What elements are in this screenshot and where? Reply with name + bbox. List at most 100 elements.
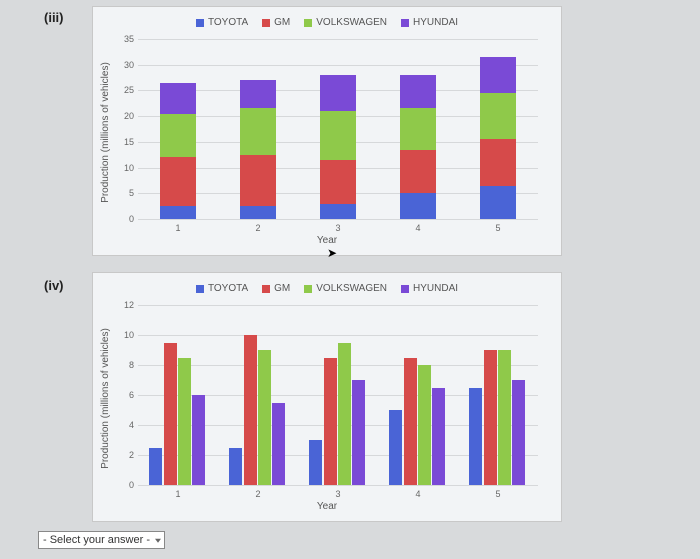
xtick-label: 2 <box>255 219 260 233</box>
bar-hyundai <box>272 403 285 486</box>
chart-panel-iv: TOYOTA GM VOLKSWAGEN HYUNDAI Production (mi… <box>92 272 562 522</box>
section-label-iii: (iii) <box>44 10 64 25</box>
bar-gm <box>244 335 257 485</box>
legend-item-toyota: TOYOTA <box>196 17 248 28</box>
xtick-label: 3 <box>335 485 340 499</box>
legend-item-hyundai: HYUNDAI <box>401 17 458 28</box>
bar-seg-gm <box>320 160 356 204</box>
legend-label-gm: GM <box>274 283 290 294</box>
bar-hyundai <box>512 380 525 485</box>
xtick-label: 1 <box>175 219 180 233</box>
bar-seg-hyundai <box>240 80 276 108</box>
ytick-label: 10 <box>124 330 138 340</box>
ytick-label: 30 <box>124 60 138 70</box>
bar-seg-gm <box>160 157 196 206</box>
ylabel-iii: Production (millions of vehicles) <box>100 62 111 203</box>
bar-hyundai <box>192 395 205 485</box>
ytick-label: 0 <box>129 480 138 490</box>
ytick-label: 20 <box>124 111 138 121</box>
legend-swatch-hyundai <box>401 285 409 293</box>
legend-swatch-hyundai <box>401 19 409 27</box>
legend-swatch-volkswagen <box>304 285 312 293</box>
legend-label-hyundai: HYUNDAI <box>413 283 458 294</box>
xtick-label: 4 <box>415 219 420 233</box>
bar-toyota <box>149 448 162 486</box>
ytick-label: 12 <box>124 300 138 310</box>
bar-toyota <box>389 410 402 485</box>
bar-volkswagen <box>178 358 191 486</box>
xtick-label: 1 <box>175 485 180 499</box>
bar-gm <box>324 358 337 486</box>
bar-seg-hyundai <box>400 75 436 108</box>
bar-seg-hyundai <box>480 57 516 93</box>
legend-iii: TOYOTA GM VOLKSWAGEN HYUNDAI <box>93 7 561 28</box>
ytick-label: 0 <box>129 214 138 224</box>
legend-item-toyota: TOYOTA <box>196 283 248 294</box>
legend-label-toyota: TOYOTA <box>208 17 248 28</box>
bar-gm <box>164 343 177 486</box>
ytick-label: 8 <box>129 360 138 370</box>
xlabel-iv: Year <box>317 501 337 512</box>
legend-item-volkswagen: VOLKSWAGEN <box>304 283 387 294</box>
legend-label-hyundai: HYUNDAI <box>413 17 458 28</box>
bar-seg-volkswagen <box>400 108 436 149</box>
ytick-label: 2 <box>129 450 138 460</box>
bar-volkswagen <box>258 350 271 485</box>
bar-seg-toyota <box>400 193 436 219</box>
legend-item-hyundai: HYUNDAI <box>401 283 458 294</box>
ytick-label: 25 <box>124 85 138 95</box>
legend-swatch-gm <box>262 19 270 27</box>
legend-swatch-volkswagen <box>304 19 312 27</box>
bar-seg-hyundai <box>320 75 356 111</box>
bar-seg-gm <box>400 150 436 194</box>
section-label-iv: (iv) <box>44 278 64 293</box>
gridline <box>138 305 538 306</box>
bar-volkswagen <box>498 350 511 485</box>
legend-label-volkswagen: VOLKSWAGEN <box>316 17 387 28</box>
bar-gm <box>404 358 417 486</box>
bar-volkswagen <box>338 343 351 486</box>
ytick-label: 5 <box>129 188 138 198</box>
bar-seg-volkswagen <box>240 108 276 154</box>
xtick-label: 2 <box>255 485 260 499</box>
plot-area-iv: 02468101212345 <box>138 305 538 485</box>
xtick-label: 5 <box>495 219 500 233</box>
legend-swatch-toyota <box>196 19 204 27</box>
answer-select[interactable]: - Select your answer - <box>38 531 165 549</box>
chart-panel-iii: TOYOTA GM VOLKSWAGEN HYUNDAI Production (mi… <box>92 6 562 256</box>
bar-seg-gm <box>240 155 276 206</box>
bar-seg-toyota <box>160 206 196 219</box>
ylabel-iv: Production (millions of vehicles) <box>100 328 111 469</box>
bar-gm <box>484 350 497 485</box>
bar-seg-gm <box>480 139 516 185</box>
xtick-label: 5 <box>495 485 500 499</box>
gridline <box>138 335 538 336</box>
gridline <box>138 39 538 40</box>
bar-seg-volkswagen <box>160 114 196 158</box>
xtick-label: 3 <box>335 219 340 233</box>
bar-toyota <box>469 388 482 486</box>
xtick-label: 4 <box>415 485 420 499</box>
gridline <box>138 65 538 66</box>
ytick-label: 15 <box>124 137 138 147</box>
ytick-label: 35 <box>124 34 138 44</box>
legend-label-gm: GM <box>274 17 290 28</box>
bar-volkswagen <box>418 365 431 485</box>
bar-hyundai <box>352 380 365 485</box>
legend-swatch-toyota <box>196 285 204 293</box>
ytick-label: 10 <box>124 163 138 173</box>
xlabel-iii: Year <box>317 235 337 246</box>
ytick-label: 6 <box>129 390 138 400</box>
legend-item-gm: GM <box>262 283 290 294</box>
bar-seg-toyota <box>240 206 276 219</box>
legend-swatch-gm <box>262 285 270 293</box>
bar-toyota <box>309 440 322 485</box>
bar-seg-hyundai <box>160 83 196 114</box>
legend-label-volkswagen: VOLKSWAGEN <box>316 283 387 294</box>
bar-seg-toyota <box>320 204 356 219</box>
bar-seg-volkswagen <box>320 111 356 160</box>
legend-item-gm: GM <box>262 17 290 28</box>
legend-item-volkswagen: VOLKSWAGEN <box>304 17 387 28</box>
legend-label-toyota: TOYOTA <box>208 283 248 294</box>
plot-area-iii: 0510152025303512345 <box>138 39 538 219</box>
